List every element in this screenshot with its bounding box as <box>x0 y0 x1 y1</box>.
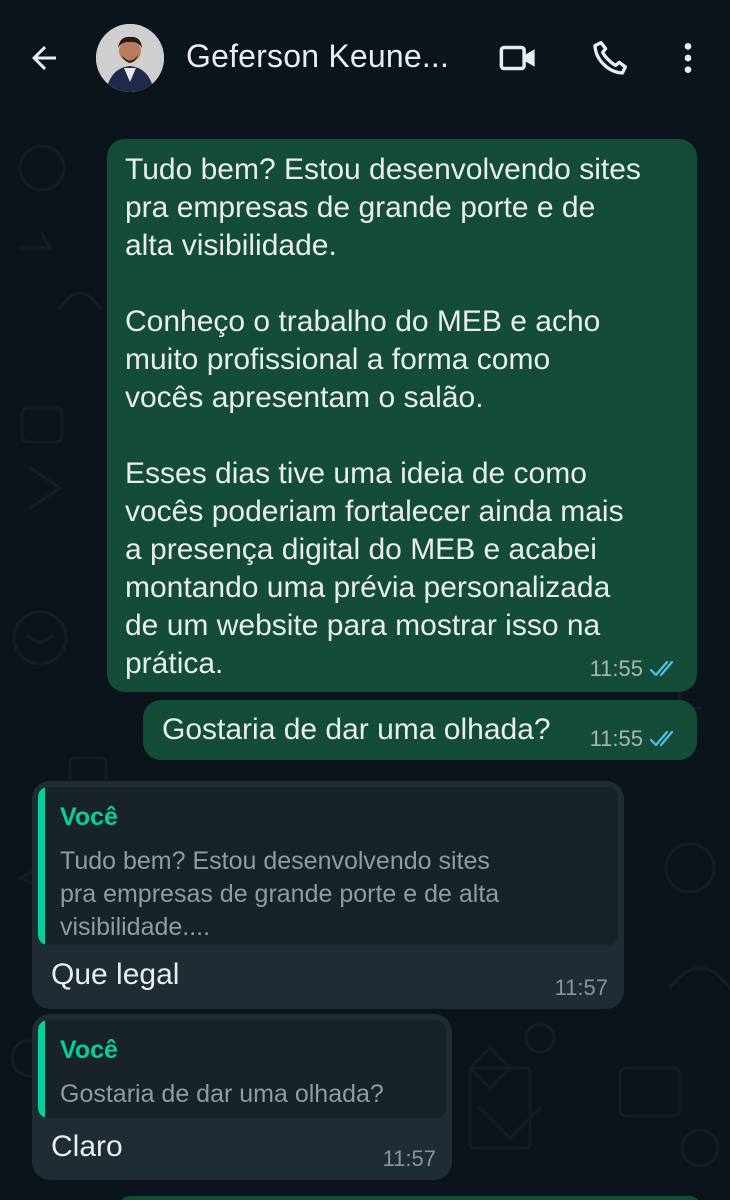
more-options-button[interactable] <box>664 34 712 82</box>
quote-text: Gostaria de dar uma olhada? <box>60 1080 384 1108</box>
double-check-icon <box>649 730 674 747</box>
message-bubble-incoming[interactable]: Você Tudo bem? Estou desenvolvendo sites… <box>32 781 624 1009</box>
chat-area[interactable]: Tudo bem? Estou desenvolvendo sites pra … <box>0 108 730 1200</box>
message-text: Claro <box>51 1130 123 1163</box>
video-call-icon <box>499 45 535 71</box>
voice-call-button[interactable] <box>586 34 634 82</box>
message-time: 11:55 <box>589 656 643 681</box>
video-call-button[interactable] <box>494 34 542 82</box>
double-check-icon <box>649 660 674 677</box>
message-bubble-incoming[interactable]: Você Gostaria de dar uma olhada? Claro 1… <box>32 1014 452 1180</box>
message-time: 11:57 <box>554 975 608 1000</box>
message-text: Tudo bem? Estou desenvolvendo sites pra … <box>125 153 641 680</box>
quote-author: Você <box>60 1036 118 1064</box>
back-button[interactable] <box>22 36 66 80</box>
message-time: 11:57 <box>382 1146 436 1171</box>
next-message-edge <box>120 1196 700 1200</box>
message-bubble-outgoing[interactable]: Tudo bem? Estou desenvolvendo sites pra … <box>107 139 697 692</box>
quoted-message[interactable]: Você Tudo bem? Estou desenvolvendo sites… <box>38 787 618 945</box>
message-meta: 11:55 <box>590 726 681 752</box>
avatar[interactable] <box>96 24 164 92</box>
chat-header: Geferson Keune... <box>0 0 730 108</box>
message-meta: 11:55 <box>590 656 681 682</box>
contact-name[interactable]: Geferson Keune... <box>186 38 449 75</box>
message-bubble-outgoing[interactable]: Gostaria de dar uma olhada? 11:55 <box>143 700 697 760</box>
quote-accent-bar <box>38 787 45 945</box>
message-time: 11:55 <box>589 726 643 751</box>
phone-icon <box>593 41 627 75</box>
quote-text: Tudo bem? Estou desenvolvendo sites pra … <box>60 847 500 941</box>
message-text: Que legal <box>51 958 180 991</box>
message-text: Gostaria de dar uma olhada? <box>162 713 551 746</box>
quote-accent-bar <box>38 1020 45 1118</box>
more-vert-icon <box>684 43 692 73</box>
arrow-left-icon <box>32 46 56 70</box>
quote-author: Você <box>60 803 118 831</box>
quoted-message[interactable]: Você Gostaria de dar uma olhada? <box>38 1020 446 1118</box>
